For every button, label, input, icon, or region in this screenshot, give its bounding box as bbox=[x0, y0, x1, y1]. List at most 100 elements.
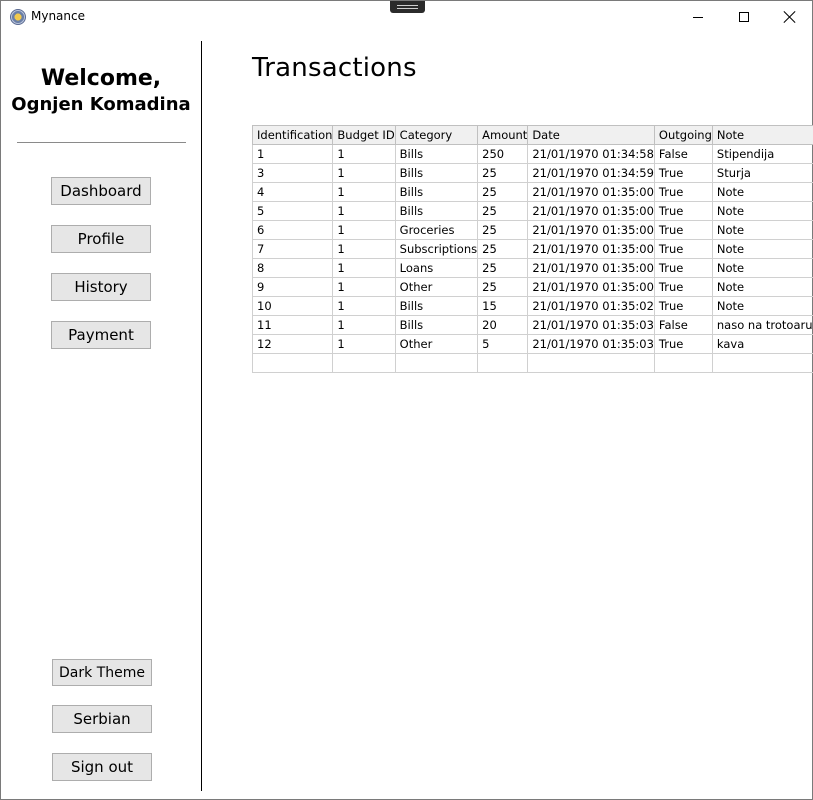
table-cell[interactable]: False bbox=[653, 144, 713, 164]
table-cell[interactable]: Note bbox=[711, 258, 813, 278]
table-cell[interactable]: 20 bbox=[477, 315, 529, 335]
table-cell[interactable]: 1 bbox=[251, 144, 334, 164]
table-cell[interactable]: 1 bbox=[332, 315, 396, 335]
table-cell[interactable]: Note bbox=[711, 220, 813, 240]
table-cell[interactable]: 21/01/1970 01:35:00 bbox=[527, 277, 655, 297]
table-cell[interactable]: 21/01/1970 01:35:00 bbox=[527, 239, 655, 259]
column-header[interactable]: Outgoing bbox=[653, 125, 713, 145]
table-row[interactable]: 10 1 Bills 15 21/01/1970 01:35:02 True Note bbox=[251, 296, 813, 316]
table-row[interactable]: 7 1 Subscriptions 25 21/01/1970 01:35:00 True… bbox=[251, 239, 813, 259]
table-cell[interactable]: 4 bbox=[251, 182, 334, 202]
table-cell[interactable]: Note bbox=[711, 239, 813, 259]
table-cell[interactable]: Sturja bbox=[711, 163, 813, 183]
table-cell[interactable]: 15 bbox=[477, 296, 529, 316]
table-cell[interactable]: 1 bbox=[332, 201, 396, 221]
table-cell[interactable]: kava bbox=[711, 334, 813, 354]
sign-out-button[interactable]: Sign out bbox=[52, 753, 152, 781]
table-cell[interactable]: Stipendija bbox=[711, 144, 813, 164]
dark-theme-button[interactable]: Dark Theme bbox=[52, 659, 152, 686]
table-cell[interactable] bbox=[394, 353, 479, 373]
table-cell[interactable]: 21/01/1970 01:35:03 bbox=[527, 315, 655, 335]
table-cell[interactable]: Bills bbox=[394, 315, 479, 335]
table-cell[interactable]: Bills bbox=[394, 182, 479, 202]
table-cell[interactable]: 1 bbox=[332, 220, 396, 240]
table-cell[interactable]: Bills bbox=[394, 201, 479, 221]
table-row[interactable]: 9 1 Other 25 21/01/1970 01:35:00 True Note bbox=[251, 277, 813, 297]
table-cell[interactable]: Groceries bbox=[394, 220, 479, 240]
table-cell[interactable]: 5 bbox=[477, 334, 529, 354]
table-cell[interactable]: 21/01/1970 01:35:02 bbox=[527, 296, 655, 316]
table-cell[interactable]: 7 bbox=[251, 239, 334, 259]
table-cell[interactable]: 25 bbox=[477, 239, 529, 259]
table-cell[interactable]: 21/01/1970 01:34:58 bbox=[527, 144, 655, 164]
table-cell[interactable] bbox=[653, 353, 713, 373]
table-cell[interactable]: True bbox=[653, 277, 713, 297]
new-row-placeholder[interactable] bbox=[251, 353, 813, 373]
table-cell[interactable]: True bbox=[653, 163, 713, 183]
table-cell[interactable]: naso na trotoaru bbox=[711, 315, 813, 335]
table-cell[interactable]: 1 bbox=[332, 239, 396, 259]
column-header[interactable]: Category bbox=[394, 125, 479, 145]
table-cell[interactable]: Subscriptions bbox=[394, 239, 479, 259]
table-cell[interactable]: 250 bbox=[477, 144, 529, 164]
table-cell[interactable]: Note bbox=[711, 277, 813, 297]
table-row[interactable]: 1 1 Bills 250 21/01/1970 01:34:58 False Stipen… bbox=[251, 144, 813, 164]
column-header[interactable]: Date bbox=[527, 125, 655, 145]
table-cell[interactable]: 25 bbox=[477, 201, 529, 221]
table-cell[interactable]: Bills bbox=[394, 296, 479, 316]
table-cell[interactable] bbox=[527, 353, 655, 373]
table-cell[interactable]: 10 bbox=[251, 296, 334, 316]
table-cell[interactable]: 21/01/1970 01:35:00 bbox=[527, 220, 655, 240]
table-cell[interactable]: True bbox=[653, 220, 713, 240]
table-cell[interactable]: Bills bbox=[394, 144, 479, 164]
table-cell[interactable] bbox=[332, 353, 396, 373]
table-row[interactable]: 3 1 Bills 25 21/01/1970 01:34:59 True Sturja bbox=[251, 163, 813, 183]
table-cell[interactable]: Loans bbox=[394, 258, 479, 278]
column-header[interactable]: Identification bbox=[251, 125, 334, 145]
table-row[interactable]: 12 1 Other 5 21/01/1970 01:35:03 True kava bbox=[251, 334, 813, 354]
table-cell[interactable]: 12 bbox=[251, 334, 334, 354]
table-cell[interactable]: 1 bbox=[332, 144, 396, 164]
table-cell[interactable]: 1 bbox=[332, 334, 396, 354]
table-cell[interactable]: 8 bbox=[251, 258, 334, 278]
table-cell[interactable]: 3 bbox=[251, 163, 334, 183]
table-row[interactable]: 6 1 Groceries 25 21/01/1970 01:35:00 True Note bbox=[251, 220, 813, 240]
table-cell[interactable]: False bbox=[653, 315, 713, 335]
table-cell[interactable]: True bbox=[653, 201, 713, 221]
table-cell[interactable]: Other bbox=[394, 334, 479, 354]
table-cell[interactable] bbox=[477, 353, 529, 373]
minimize-button[interactable] bbox=[675, 1, 721, 33]
table-cell[interactable]: True bbox=[653, 296, 713, 316]
table-cell[interactable]: 21/01/1970 01:35:03 bbox=[527, 334, 655, 354]
dashboard-button[interactable]: Dashboard bbox=[51, 177, 151, 205]
history-button[interactable]: History bbox=[51, 273, 151, 301]
table-cell[interactable]: 21/01/1970 01:35:00 bbox=[527, 258, 655, 278]
table-cell[interactable]: 21/01/1970 01:35:00 bbox=[527, 201, 655, 221]
table-row[interactable]: 11 1 Bills 20 21/01/1970 01:35:03 False naso n… bbox=[251, 315, 813, 335]
table-cell[interactable]: 1 bbox=[332, 296, 396, 316]
table-cell[interactable]: Other bbox=[394, 277, 479, 297]
table-cell[interactable]: True bbox=[653, 182, 713, 202]
table-cell[interactable]: 1 bbox=[332, 182, 396, 202]
table-cell[interactable]: True bbox=[653, 334, 713, 354]
transactions-table[interactable]: Identification Budget ID Category Amount… bbox=[251, 125, 813, 373]
column-header[interactable]: Amount bbox=[477, 125, 529, 145]
table-cell[interactable]: 21/01/1970 01:35:00 bbox=[527, 182, 655, 202]
table-cell[interactable]: 1 bbox=[332, 258, 396, 278]
table-cell[interactable]: 1 bbox=[332, 163, 396, 183]
table-cell[interactable]: True bbox=[653, 258, 713, 278]
table-row[interactable]: 5 1 Bills 25 21/01/1970 01:35:00 True Note bbox=[251, 201, 813, 221]
table-cell[interactable]: 21/01/1970 01:34:59 bbox=[527, 163, 655, 183]
title-bar[interactable]: Mynance bbox=[1, 1, 812, 33]
table-cell[interactable]: 1 bbox=[332, 277, 396, 297]
table-cell[interactable]: True bbox=[653, 239, 713, 259]
table-cell[interactable]: 5 bbox=[251, 201, 334, 221]
table-cell[interactable]: 25 bbox=[477, 163, 529, 183]
table-cell[interactable]: Bills bbox=[394, 163, 479, 183]
table-cell[interactable]: 25 bbox=[477, 258, 529, 278]
table-cell[interactable]: 6 bbox=[251, 220, 334, 240]
table-cell[interactable]: 25 bbox=[477, 277, 529, 297]
profile-button[interactable]: Profile bbox=[51, 225, 151, 253]
table-cell[interactable]: Note bbox=[711, 296, 813, 316]
table-cell[interactable]: 11 bbox=[251, 315, 334, 335]
